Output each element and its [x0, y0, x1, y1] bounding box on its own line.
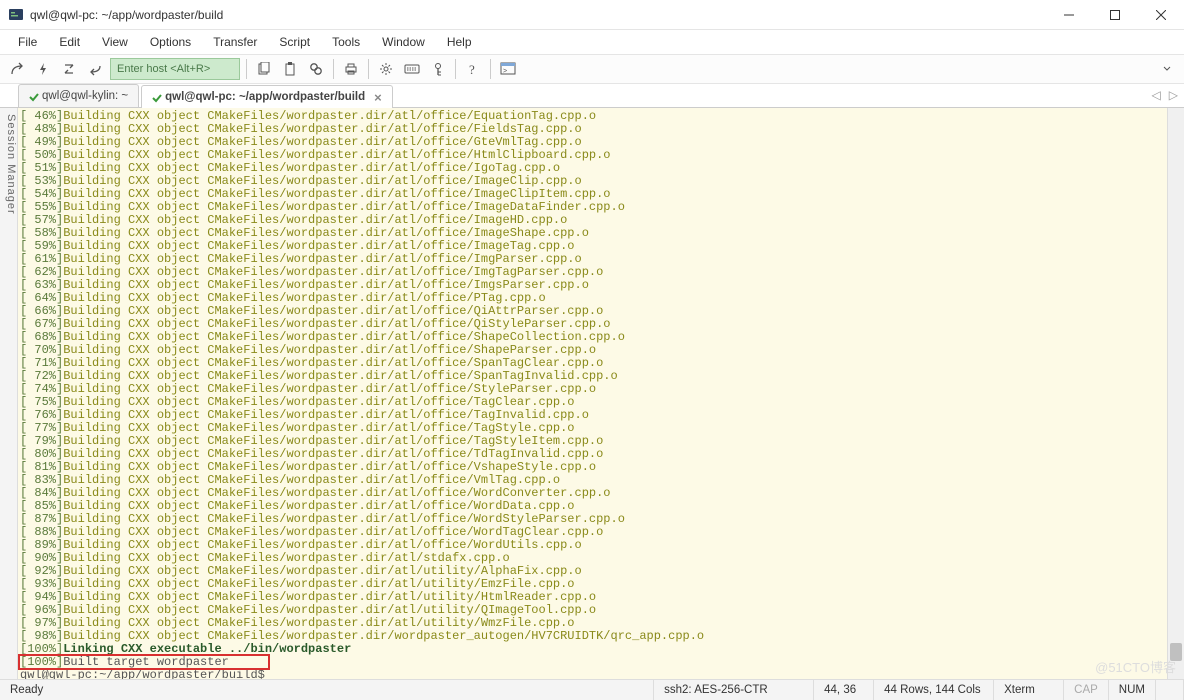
session-manager-panel[interactable]: Session Manager [0, 108, 18, 679]
svg-text:>_: >_ [503, 68, 511, 75]
scrollbar[interactable] [1167, 108, 1184, 679]
window-title: qwl@qwl-pc: ~/app/wordpaster/build [30, 8, 1046, 22]
toolbar: Enter host <Alt+R> ? >_ [0, 54, 1184, 84]
status-cursor-pos: 44, 36 [814, 680, 874, 700]
terminal-view[interactable]: [ 46%] Building CXX object CMakeFiles/wo… [18, 108, 1184, 679]
tab-prev-icon[interactable]: ◁ [1152, 88, 1161, 102]
menu-file[interactable]: File [8, 32, 47, 52]
reconnect-icon[interactable] [58, 58, 80, 80]
keyboard-icon[interactable] [401, 58, 423, 80]
minimize-button[interactable] [1046, 0, 1092, 30]
tab-label: qwl@qwl-pc: ~/app/wordpaster/build [165, 91, 365, 103]
maximize-button[interactable] [1092, 0, 1138, 30]
status-dot-icon [29, 92, 37, 100]
status-connection: ssh2: AES-256-CTR [654, 680, 814, 700]
copy-icon[interactable] [253, 58, 275, 80]
menu-view[interactable]: View [92, 32, 138, 52]
status-dot-icon [152, 93, 160, 101]
statusbar: Ready ssh2: AES-256-CTR 44, 36 44 Rows, … [0, 679, 1184, 700]
separator-icon [490, 59, 491, 79]
svg-text:?: ? [469, 62, 475, 76]
separator-icon [246, 59, 247, 79]
tab-label: qwl@qwl-kylin: ~ [42, 90, 128, 102]
sidebar-label: Session Manager [5, 114, 17, 215]
menu-script[interactable]: Script [269, 32, 320, 52]
host-placeholder: Enter host <Alt+R> [117, 63, 210, 75]
help-icon[interactable]: ? [462, 58, 484, 80]
status-ready: Ready [0, 680, 654, 700]
watermark: @51CTO博客 [1095, 657, 1176, 676]
tab-next-icon[interactable]: ▷ [1169, 88, 1178, 102]
tabbar: qwl@qwl-kylin: ~ qwl@qwl-pc: ~/app/wordp… [0, 84, 1184, 108]
close-tab-icon[interactable]: × [374, 90, 382, 105]
print-icon[interactable] [340, 58, 362, 80]
separator-icon [368, 59, 369, 79]
status-num: NUM [1109, 680, 1156, 700]
menu-window[interactable]: Window [372, 32, 435, 52]
menu-tools[interactable]: Tools [322, 32, 370, 52]
menu-options[interactable]: Options [140, 32, 201, 52]
tab-session-1[interactable]: qwl@qwl-kylin: ~ [18, 84, 139, 107]
terminal-prompt[interactable]: qwl@qwl-pc:~/app/wordpaster/build$ [20, 669, 1184, 679]
quick-connect-icon[interactable] [32, 58, 54, 80]
status-caps: CAP [1064, 680, 1109, 700]
toolbar-overflow-icon[interactable] [1156, 58, 1178, 80]
separator-icon [333, 59, 334, 79]
tab-session-2[interactable]: qwl@qwl-pc: ~/app/wordpaster/build × [141, 85, 393, 108]
key-icon[interactable] [427, 58, 449, 80]
host-input[interactable]: Enter host <Alt+R> [110, 58, 240, 80]
settings-icon[interactable] [375, 58, 397, 80]
menubar: File Edit View Options Transfer Script T… [0, 30, 1184, 54]
app-icon [8, 7, 24, 23]
status-spacer [1156, 680, 1184, 700]
close-button[interactable] [1138, 0, 1184, 30]
disconnect-icon[interactable] [84, 58, 106, 80]
paste-icon[interactable] [279, 58, 301, 80]
status-term-type: Xterm [994, 680, 1064, 700]
menu-edit[interactable]: Edit [49, 32, 90, 52]
menu-transfer[interactable]: Transfer [203, 32, 267, 52]
find-icon[interactable] [305, 58, 327, 80]
connect-icon[interactable] [6, 58, 28, 80]
titlebar: qwl@qwl-pc: ~/app/wordpaster/build [0, 0, 1184, 30]
separator-icon [455, 59, 456, 79]
menu-help[interactable]: Help [437, 32, 482, 52]
command-window-icon[interactable]: >_ [497, 58, 519, 80]
status-term-size: 44 Rows, 144 Cols [874, 680, 994, 700]
